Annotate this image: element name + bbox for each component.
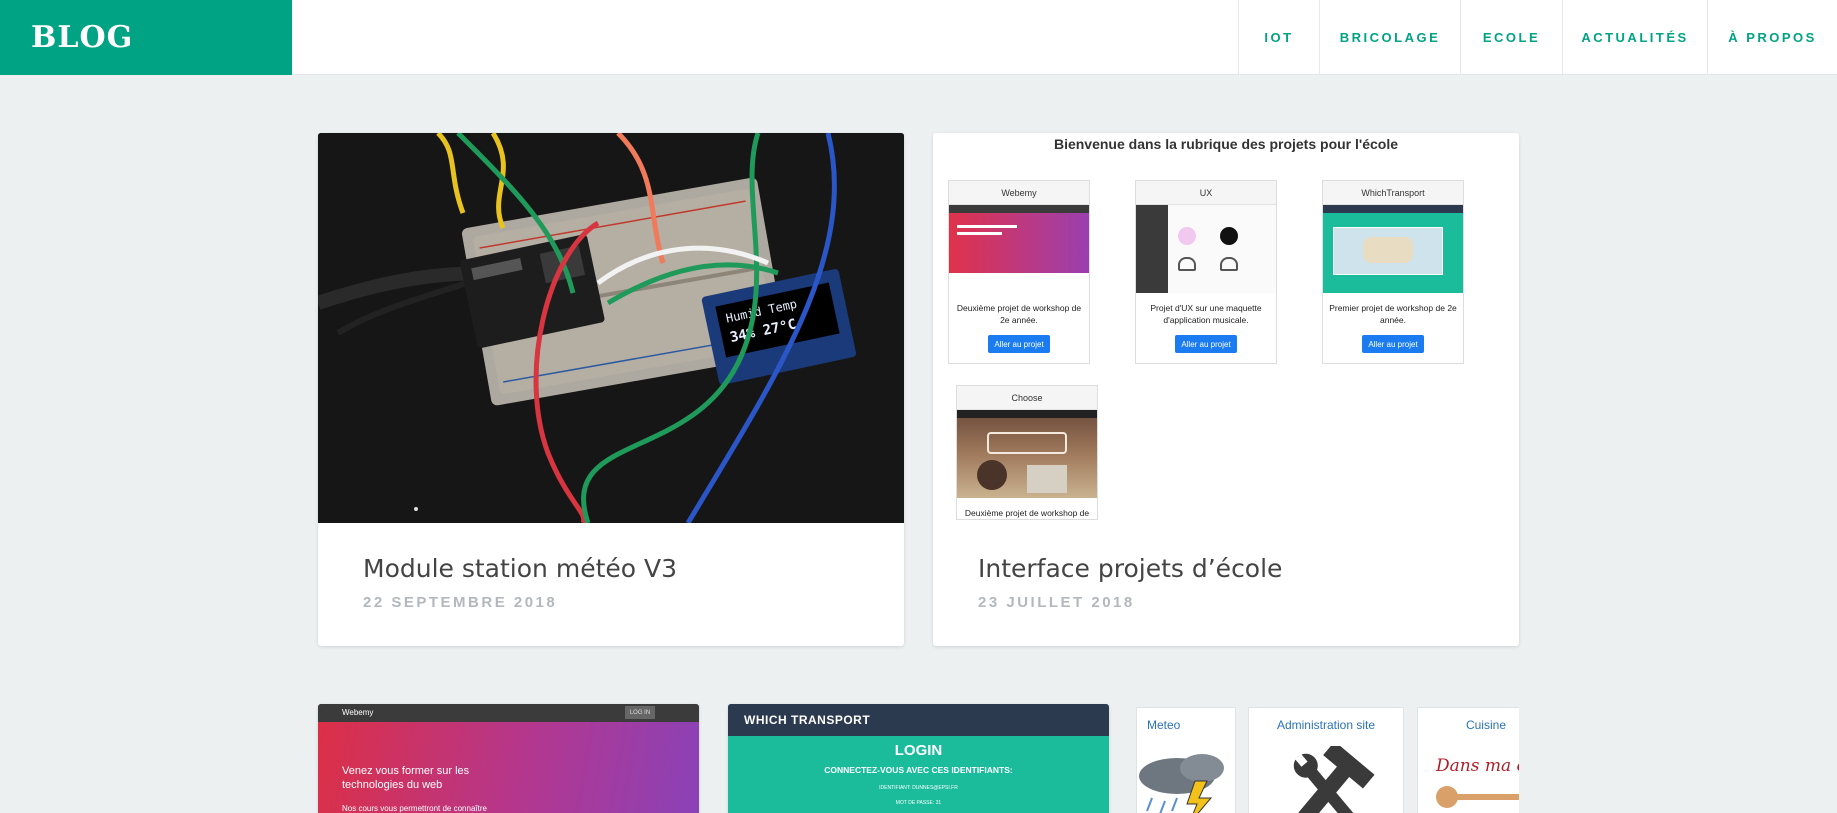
post-date: 22 SEPTEMBRE 2018 — [363, 594, 558, 611]
project-card-whichtransport: WhichTransport Premier projet de worksho… — [1322, 180, 1464, 364]
whichtransport-navbar: WHICH TRANSPORT — [728, 704, 1109, 736]
breadboard-photo: Humid Temp 34% 27°C — [318, 133, 904, 523]
tile-cuisine[interactable]: Cuisine Dans ma c — [1417, 707, 1519, 813]
login-id-line: IDENTIFIANT: DUNNES@EPSI.FR — [879, 785, 958, 791]
post-card-weather-station[interactable]: Humid Temp 34% 27°C Module station météo… — [318, 133, 904, 646]
tile-meteo[interactable]: Meteo — [1136, 707, 1236, 813]
project-description: Deuxième projet de workshop de — [964, 508, 1090, 518]
post-preview-screenshot[interactable]: Bienvenue dans la rubrique des projets p… — [933, 133, 1519, 523]
tile-administration[interactable]: Administration site — [1248, 707, 1404, 813]
login-password-line: MOT DE PASSE: 31 — [895, 800, 942, 806]
preview-heading: Bienvenue dans la rubrique des projets p… — [1053, 136, 1399, 152]
login-title: LOGIN — [894, 742, 943, 759]
webemy-heading: Venez vous former sur les technologies d… — [342, 765, 470, 791]
post-title[interactable]: Module station météo V3 — [363, 554, 677, 583]
tile-label: Cuisine — [1465, 718, 1506, 732]
project-name: Webemy — [949, 181, 1089, 205]
main-nav: IOT BRICOLAGE ECOLE ACTUALITÉS À PROPOS — [1238, 0, 1837, 75]
webemy-brand: Webemy — [342, 708, 374, 717]
blog-logo[interactable]: BLOG — [0, 0, 292, 75]
webemy-navbar: Webemy LOG IN — [318, 704, 699, 722]
go-to-project-button[interactable]: Aller au projet — [988, 335, 1050, 353]
project-name: WhichTransport — [1323, 181, 1463, 205]
nav-item-actualites[interactable]: ACTUALITÉS — [1562, 0, 1707, 75]
project-thumbnail — [957, 410, 1097, 498]
spoon-handle — [1454, 794, 1519, 800]
project-description: Premier projet de workshop de 2e année. — [1329, 303, 1457, 325]
webemy-login-button: LOG IN — [625, 706, 655, 719]
cuisine-script-text: Dans ma c — [1436, 756, 1519, 776]
go-to-project-button[interactable]: Aller au projet — [1175, 335, 1237, 353]
project-thumbnail — [1323, 205, 1463, 293]
tile-label: Meteo — [1147, 718, 1181, 732]
project-card-choose: Choose Deuxième projet de workshop de — [956, 385, 1098, 520]
nav-item-iot[interactable]: IOT — [1238, 0, 1319, 75]
project-card-webemy: Webemy Deuxième projet de workshop de 2e… — [948, 180, 1090, 364]
webemy-subtext: Nos cours vous permettront de connaître — [342, 804, 487, 813]
nav-item-a-propos[interactable]: À PROPOS — [1707, 0, 1837, 75]
post-card-whichtransport[interactable]: WHICH TRANSPORT LOGIN CONNECTEZ-VOUS AVE… — [728, 704, 1109, 813]
project-description: Projet d'UX sur une maquette d'applicati… — [1150, 303, 1262, 325]
post-title[interactable]: Interface projets d’école — [978, 554, 1282, 583]
project-name: UX — [1136, 181, 1276, 205]
nav-item-bricolage[interactable]: BRICOLAGE — [1319, 0, 1460, 75]
storm-cloud-icon — [1139, 754, 1224, 813]
go-to-project-button[interactable]: Aller au projet — [1362, 335, 1424, 353]
post-photo[interactable]: Humid Temp 34% 27°C — [318, 133, 904, 523]
login-subtitle: CONNECTEZ-VOUS AVEC CES IDENTIFIANTS: — [824, 765, 1013, 775]
project-thumbnail — [1136, 205, 1276, 293]
project-name: Choose — [957, 386, 1097, 410]
project-card-ux: UX Projet d'UX sur une maquette d'applic… — [1135, 180, 1277, 364]
post-date: 23 JUILLET 2018 — [978, 594, 1135, 611]
project-thumbnail — [949, 205, 1089, 293]
post-card-tiles[interactable]: Meteo Administration site Cuisine Dans m… — [1136, 704, 1519, 813]
post-card-webemy[interactable]: Webemy LOG IN Venez vous former sur les … — [318, 704, 699, 813]
top-header: BLOG IOT BRICOLAGE ECOLE ACTUALITÉS À PR… — [0, 0, 1837, 75]
tile-label: Administration site — [1276, 718, 1376, 732]
project-description: Deuxième projet de workshop de 2e année. — [956, 303, 1082, 325]
post-card-school-projects[interactable]: Bienvenue dans la rubrique des projets p… — [933, 133, 1519, 646]
nav-item-ecole[interactable]: ECOLE — [1460, 0, 1562, 75]
hammer-wrench-icon — [1293, 746, 1375, 813]
